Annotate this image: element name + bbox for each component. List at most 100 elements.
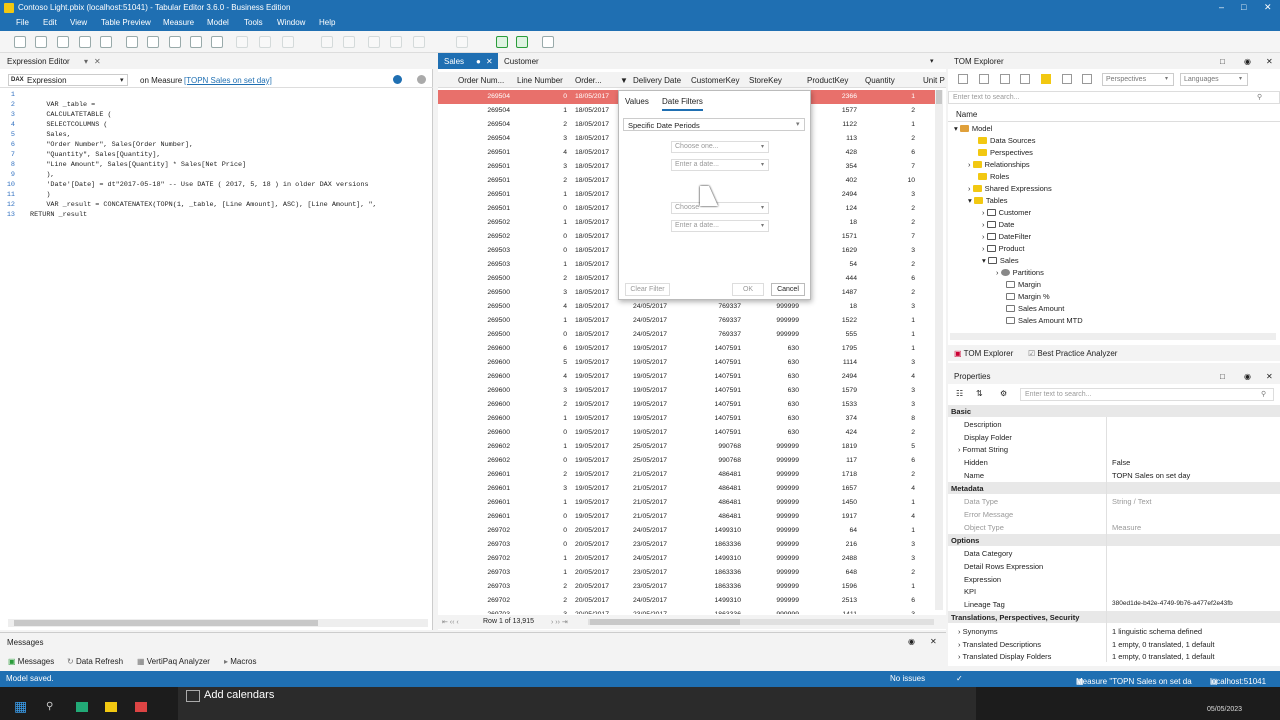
- pin-icon[interactable]: ●: [476, 57, 481, 66]
- table-cell[interactable]: 769337: [691, 303, 741, 310]
- table-cell[interactable]: 1: [517, 219, 567, 226]
- issues-indicator[interactable]: No issues: [890, 674, 925, 683]
- table-cell[interactable]: 6: [865, 457, 915, 464]
- table-cell[interactable]: 5: [517, 359, 567, 366]
- table-row[interactable]: 269702 2 20/05/2017 24/05/2017 1499310 999999…: [438, 594, 938, 608]
- table-row[interactable]: 269601 2 19/05/2017 21/05/2017 486481 999999 1…: [438, 468, 938, 482]
- close-tab-icon[interactable]: ✕: [94, 57, 101, 66]
- table-cell[interactable]: 18: [807, 303, 857, 310]
- table-cell[interactable]: 24/05/2017: [633, 331, 673, 338]
- column-icon[interactable]: [1082, 74, 1092, 84]
- table-cell[interactable]: 1: [865, 317, 915, 324]
- cancel-button[interactable]: Cancel: [771, 283, 805, 296]
- column-header[interactable]: CustomerKey: [691, 76, 739, 85]
- table-cell[interactable]: 8: [865, 415, 915, 422]
- table-cell[interactable]: 18/05/2017: [575, 303, 617, 310]
- table-cell[interactable]: 19/05/2017: [575, 401, 617, 408]
- table-cell[interactable]: 2: [517, 583, 567, 590]
- tree-item-date[interactable]: › Date: [982, 220, 1014, 229]
- table-cell[interactable]: 1407591: [691, 415, 741, 422]
- table-cell[interactable]: 7: [865, 163, 915, 170]
- column-header[interactable]: Unit P: [923, 76, 945, 85]
- table-cell[interactable]: 1917: [807, 513, 857, 520]
- table-cell[interactable]: 6: [865, 597, 915, 604]
- tab-best-practice-analyzer[interactable]: ☑ Best Practice Analyzer: [1028, 349, 1117, 358]
- table-cell[interactable]: 1: [865, 583, 915, 590]
- table-cell[interactable]: 990768: [691, 457, 741, 464]
- table-cell[interactable]: 19/05/2017: [633, 401, 673, 408]
- table-cell[interactable]: 999999: [749, 317, 799, 324]
- table-cell[interactable]: 19/05/2017: [575, 443, 617, 450]
- table-cell[interactable]: 999999: [749, 583, 799, 590]
- table-cell[interactable]: 2: [517, 275, 567, 282]
- table-cell[interactable]: 21/05/2017: [633, 485, 673, 492]
- table-cell[interactable]: 18/05/2017: [575, 121, 617, 128]
- table-cell[interactable]: 18/05/2017: [575, 317, 617, 324]
- table-cell[interactable]: 269503: [458, 247, 510, 254]
- table-cell[interactable]: 25/05/2017: [633, 457, 673, 464]
- table-cell[interactable]: 3: [865, 541, 915, 548]
- table-cell[interactable]: 1: [865, 527, 915, 534]
- table-cell[interactable]: 269600: [458, 345, 510, 352]
- table-cell[interactable]: 999999: [749, 485, 799, 492]
- table-row[interactable]: 269600 5 19/05/2017 19/05/2017 1407591 630 111…: [438, 356, 938, 370]
- table-row[interactable]: 269600 4 19/05/2017 19/05/2017 1407591 630 249…: [438, 370, 938, 384]
- table-cell[interactable]: 269703: [458, 611, 510, 614]
- table-cell[interactable]: 269702: [458, 527, 510, 534]
- table-cell[interactable]: 630: [749, 373, 799, 380]
- menu-help[interactable]: Help: [319, 18, 335, 27]
- tree-item-roles[interactable]: Roles: [978, 172, 1009, 181]
- tab-macros[interactable]: ▸ Macros: [224, 657, 256, 666]
- table-cell[interactable]: 269501: [458, 177, 510, 184]
- table-cell[interactable]: 269600: [458, 359, 510, 366]
- table-cell[interactable]: 269600: [458, 401, 510, 408]
- table-cell[interactable]: 2488: [807, 555, 857, 562]
- pin-icon[interactable]: ▾: [84, 57, 88, 66]
- table-row[interactable]: 269500 0 18/05/2017 24/05/2017 769337 999999 5…: [438, 328, 938, 342]
- table-cell[interactable]: 374: [807, 415, 857, 422]
- table-cell[interactable]: 3: [865, 387, 915, 394]
- table-row[interactable]: 269600 0 19/05/2017 19/05/2017 1407591 630 424…: [438, 426, 938, 440]
- table-cell[interactable]: 18/05/2017: [575, 289, 617, 296]
- table-cell[interactable]: 269601: [458, 485, 510, 492]
- table-row[interactable]: 269500 4 18/05/2017 24/05/2017 769337 999999 1…: [438, 300, 938, 314]
- table-cell[interactable]: 1522: [807, 317, 857, 324]
- table-cell[interactable]: 269600: [458, 429, 510, 436]
- table-cell[interactable]: 117: [807, 457, 857, 464]
- table-row[interactable]: 269702 1 20/05/2017 24/05/2017 1499310 999999…: [438, 552, 938, 566]
- tree-item-sales-amount[interactable]: Sales Amount: [1006, 304, 1064, 313]
- table-cell[interactable]: 424: [807, 429, 857, 436]
- table-cell[interactable]: 269602: [458, 443, 510, 450]
- table-cell[interactable]: 999999: [749, 541, 799, 548]
- table-cell[interactable]: 269503: [458, 261, 510, 268]
- table-cell[interactable]: 24/05/2017: [633, 303, 673, 310]
- table-cell[interactable]: 5: [865, 443, 915, 450]
- folder-icon[interactable]: [105, 702, 117, 712]
- tree-item-margin[interactable]: Margin: [1006, 280, 1041, 289]
- table-cell[interactable]: 3: [517, 135, 567, 142]
- languages-select[interactable]: Languages ▾: [1180, 73, 1248, 86]
- table-cell[interactable]: 1487: [807, 289, 857, 296]
- table-cell[interactable]: 630: [749, 387, 799, 394]
- table-cell[interactable]: 999999: [749, 555, 799, 562]
- table-cell[interactable]: 269500: [458, 331, 510, 338]
- table-cell[interactable]: 23/05/2017: [633, 569, 673, 576]
- table-row[interactable]: 269602 0 19/05/2017 25/05/2017 990768 999999 1…: [438, 454, 938, 468]
- document-icon[interactable]: [126, 36, 138, 48]
- table-cell[interactable]: 19/05/2017: [575, 457, 617, 464]
- property-value-name[interactable]: TOPN Sales on set day: [1112, 471, 1190, 480]
- table-cell[interactable]: 999999: [749, 597, 799, 604]
- tab-messages[interactable]: ▣ Messages: [8, 657, 54, 666]
- table-cell[interactable]: 4: [517, 149, 567, 156]
- table-cell[interactable]: 20/05/2017: [575, 597, 617, 604]
- maximize-icon[interactable]: □: [1241, 2, 1246, 12]
- property-pages-icon[interactable]: ⚙: [1000, 389, 1007, 398]
- table-cell[interactable]: 1: [865, 345, 915, 352]
- back-icon[interactable]: [393, 75, 402, 84]
- table-cell[interactable]: 2: [517, 177, 567, 184]
- property-value-translated-display-folders[interactable]: 1 empty, 0 translated, 1 default: [1112, 652, 1214, 661]
- property-select[interactable]: DAX Expression ▾: [8, 74, 128, 86]
- table-cell[interactable]: 0: [517, 429, 567, 436]
- table-cell[interactable]: 18/05/2017: [575, 177, 617, 184]
- table-cell[interactable]: 1499310: [691, 555, 741, 562]
